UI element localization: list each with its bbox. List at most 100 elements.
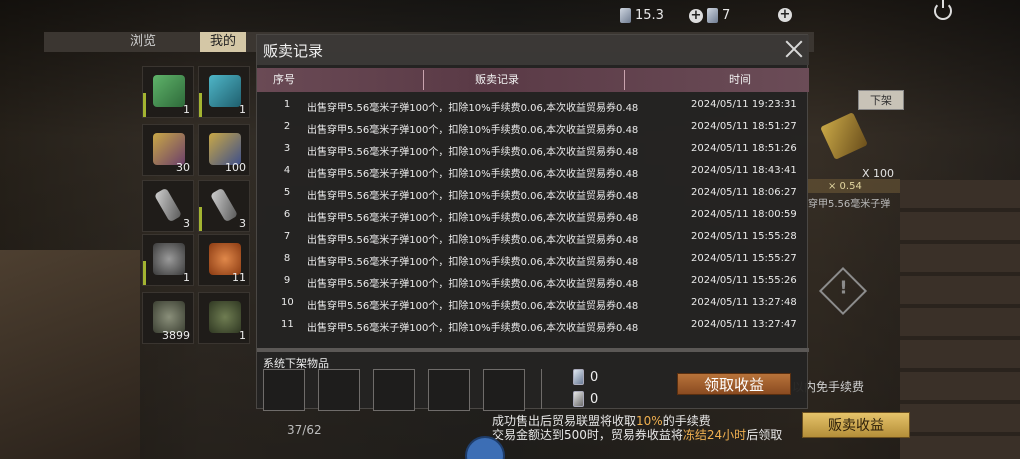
row-time: 2024/05/11 13:27:47	[691, 319, 797, 330]
list-scrollbar[interactable]	[257, 348, 809, 352]
inventory-slot[interactable]: 1	[198, 66, 250, 118]
table-header: 序号 贩卖记录 时间	[257, 68, 809, 92]
table-row: 9 出售穿甲5.56毫米子弹100个，扣除10%手续费0.06,本次收益贸易券0.…	[257, 271, 809, 293]
fee-line-2: 交易金额达到500时，贸易券收益将冻结24小时后领取	[492, 428, 783, 442]
rarity-bar	[199, 93, 202, 117]
power-icon[interactable]	[934, 0, 952, 20]
listing-name: 穿甲5.56毫米子弹	[808, 199, 891, 210]
row-no: 11	[281, 319, 294, 330]
row-no: 6	[283, 209, 291, 220]
inventory-grid: 1 1 30 100 3 3 1 11 3899 1	[140, 64, 255, 349]
add-icon[interactable]: +	[778, 8, 792, 22]
ticket-reward: 0	[573, 391, 598, 407]
table-row: 1 出售穿甲5.56毫米子弹100个，扣除10%手续费0.06,本次收益贸易券0.…	[257, 95, 809, 117]
slot-count: 3	[183, 217, 190, 230]
record-list[interactable]: 1 出售穿甲5.56毫米子弹100个，扣除10%手续费0.06,本次收益贸易券0.…	[257, 95, 809, 345]
trade-ticket-icon	[573, 391, 584, 407]
row-record: 出售穿甲5.56毫米子弹100个，扣除10%手续费0.06,本次收益贸易券0.4…	[307, 191, 639, 202]
helmet-icon	[153, 243, 185, 275]
row-no: 5	[283, 187, 291, 198]
removed-item-slot[interactable]	[373, 369, 415, 411]
row-record: 出售穿甲5.56毫米子弹100个，扣除10%手续费0.06,本次收益贸易券0.4…	[307, 279, 639, 290]
row-record: 出售穿甲5.56毫米子弹100个，扣除10%手续费0.06,本次收益贸易券0.4…	[307, 147, 639, 158]
row-record: 出售穿甲5.56毫米子弹100个，扣除10%手续费0.06,本次收益贸易券0.4…	[307, 257, 639, 268]
sell-profit-button[interactable]: 贩卖收益	[802, 412, 910, 438]
slot-count: 1	[183, 271, 190, 284]
table-row: 7 出售穿甲5.56毫米子弹100个，扣除10%手续费0.06,本次收益贸易券0.…	[257, 227, 809, 249]
slot-count: 1	[183, 103, 190, 116]
green-box-icon	[153, 75, 185, 107]
row-time: 2024/05/11 18:51:26	[691, 143, 797, 154]
row-no: 7	[283, 231, 291, 242]
grenade-shell-icon	[153, 187, 183, 223]
card-reward-value: 0	[590, 369, 599, 385]
slot-count: 3	[239, 217, 246, 230]
row-no: 9	[283, 275, 291, 286]
add-stat: +	[778, 8, 792, 22]
slot-count: 30	[176, 161, 190, 174]
table-row: 6 出售穿甲5.56毫米子弹100个，扣除10%手续费0.06,本次收益贸易券0.…	[257, 205, 809, 227]
grenade-shell-icon	[209, 187, 239, 223]
close-icon[interactable]	[785, 40, 803, 58]
background-floor	[0, 250, 140, 459]
inventory-slot[interactable]: 1	[142, 66, 194, 118]
inventory-slot[interactable]: 3	[142, 180, 194, 232]
table-row: 3 出售穿甲5.56毫米子弹100个，扣除10%手续费0.06,本次收益贸易券0.…	[257, 139, 809, 161]
row-no: 1	[283, 99, 291, 110]
row-time: 2024/05/11 19:23:31	[691, 99, 797, 110]
table-row: 2 出售穿甲5.56毫米子弹100个，扣除10%手续费0.06,本次收益贸易券0.…	[257, 117, 809, 139]
row-record: 出售穿甲5.56毫米子弹100个，扣除10%手续费0.06,本次收益贸易券0.4…	[307, 125, 639, 136]
row-no: 10	[281, 297, 294, 308]
removed-item-slot[interactable]	[483, 369, 525, 411]
inventory-slot[interactable]: 100	[198, 124, 250, 176]
add-currency-icon[interactable]: +	[689, 8, 703, 23]
card-value: 7	[722, 8, 731, 23]
row-time: 2024/05/11 15:55:27	[691, 253, 797, 264]
row-no: 8	[283, 253, 291, 264]
row-no: 3	[283, 143, 291, 154]
claim-profit-button[interactable]: 领取收益	[677, 373, 791, 395]
card-icon	[707, 8, 718, 23]
header-time: 时间	[729, 73, 751, 86]
header-no: 序号	[273, 73, 295, 86]
table-row: 4 出售穿甲5.56毫米子弹100个，扣除10%手续费0.06,本次收益贸易券0.…	[257, 161, 809, 183]
removed-item-slot[interactable]	[318, 369, 360, 411]
table-row: 8 出售穿甲5.56毫米子弹100个，扣除10%手续费0.06,本次收益贸易券0.…	[257, 249, 809, 271]
slot-count: 1	[239, 103, 246, 116]
row-record: 出售穿甲5.56毫米子弹100个，扣除10%手续费0.06,本次收益贸易券0.4…	[307, 301, 639, 312]
inventory-slot[interactable]: 3	[198, 180, 250, 232]
tab-browse[interactable]: 浏览	[120, 32, 166, 52]
row-time: 2024/05/11 18:43:41	[691, 165, 797, 176]
inventory-slot[interactable]: 11	[198, 234, 250, 286]
rarity-bar	[199, 207, 202, 231]
row-time: 2024/05/11 13:27:48	[691, 297, 797, 308]
trade-ticket-value: 15.3	[635, 8, 664, 23]
removed-item-slot[interactable]	[263, 369, 305, 411]
row-record: 出售穿甲5.56毫米子弹100个，扣除10%手续费0.06,本次收益贸易券0.4…	[307, 103, 639, 114]
trade-ticket-stat: 15.3	[620, 8, 664, 23]
tab-mine[interactable]: 我的	[200, 32, 247, 52]
ticket-reward-value: 0	[590, 391, 599, 407]
inventory-slot[interactable]: 3899	[142, 292, 194, 344]
header-record: 贩卖记录	[475, 73, 519, 86]
row-record: 出售穿甲5.56毫米子弹100个，扣除10%手续费0.06,本次收益贸易券0.4…	[307, 323, 639, 334]
background-crates	[900, 180, 1020, 459]
off-shelf-button[interactable]: 下架	[858, 90, 904, 110]
removed-item-slot[interactable]	[428, 369, 470, 411]
row-record: 出售穿甲5.56毫米子弹100个，扣除10%手续费0.06,本次收益贸易券0.4…	[307, 213, 639, 224]
sales-record-modal: 贩卖记录 序号 贩卖记录 时间 1 出售穿甲5.56毫米子弹100个，扣除10%手…	[256, 34, 809, 411]
fee-notice: 成功售出后贸易联盟将收取10%的手续费 交易金额达到500时，贸易券收益将冻结2…	[492, 414, 782, 442]
teal-box-icon	[209, 75, 241, 107]
slot-count: 3899	[162, 329, 190, 342]
row-time: 2024/05/11 18:51:27	[691, 121, 797, 132]
inventory-slot[interactable]: 1	[198, 292, 250, 344]
fee-line-1: 成功售出后贸易联盟将收取10%的手续费	[492, 414, 711, 428]
divider	[541, 369, 542, 409]
frag-grenade-icon	[209, 301, 241, 333]
inventory-slot[interactable]: 30	[142, 124, 194, 176]
header-divider	[423, 70, 424, 90]
row-time: 2024/05/11 18:00:59	[691, 209, 797, 220]
inventory-slot[interactable]: 1	[142, 234, 194, 286]
row-time: 2024/05/11 15:55:26	[691, 275, 797, 286]
row-time: 2024/05/11 15:55:28	[691, 231, 797, 242]
